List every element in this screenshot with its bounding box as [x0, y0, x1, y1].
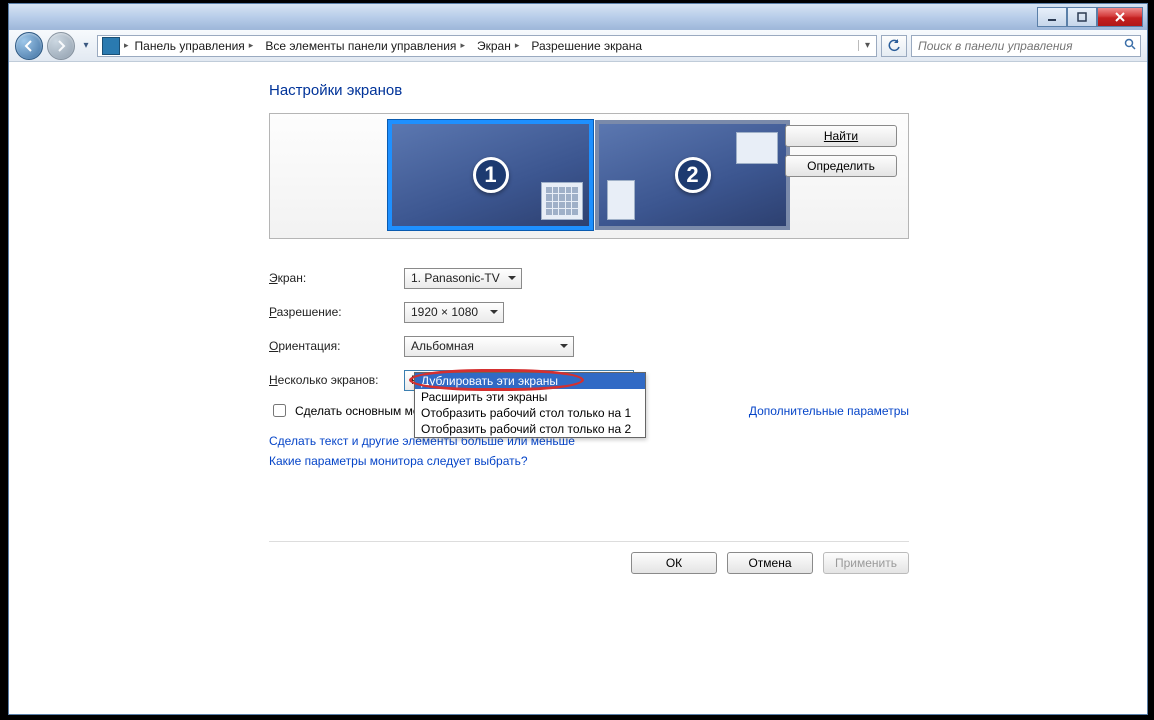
- dropdown-option[interactable]: Отобразить рабочий стол только на 2: [415, 421, 645, 437]
- navbar: ▾ ▸ Панель управления▸ Все элементы пане…: [9, 30, 1147, 62]
- breadcrumb-item[interactable]: Все элементы панели управления▸: [259, 36, 471, 56]
- display-2[interactable]: 2: [595, 120, 790, 230]
- minimize-button[interactable]: [1037, 7, 1067, 27]
- which-settings-link[interactable]: Какие параметры монитора следует выбрать…: [269, 454, 1147, 468]
- window-icon: [541, 182, 583, 220]
- page-title: Настройки экранов: [269, 82, 1147, 99]
- multiple-displays-dropdown[interactable]: Дублировать эти экраны Расширить эти экр…: [414, 372, 646, 438]
- forward-button[interactable]: [47, 32, 75, 60]
- titlebar: [9, 4, 1147, 30]
- address-bar[interactable]: ▸ Панель управления▸ Все элементы панели…: [97, 35, 877, 57]
- ok-button[interactable]: ОК: [631, 552, 717, 574]
- make-main-checkbox[interactable]: [273, 404, 286, 417]
- search-box[interactable]: [911, 35, 1141, 57]
- dropdown-option[interactable]: Дублировать эти экраны: [415, 373, 645, 389]
- dropdown-option[interactable]: Расширить эти экраны: [415, 389, 645, 405]
- display-number: 2: [675, 157, 711, 193]
- advanced-link[interactable]: Дополнительные параметры: [749, 404, 909, 418]
- close-button[interactable]: [1097, 7, 1143, 27]
- apply-button[interactable]: Применить: [823, 552, 909, 574]
- display-label: Экран:: [269, 271, 404, 285]
- display-1[interactable]: 1: [388, 120, 593, 230]
- detect-button[interactable]: Определить: [785, 155, 897, 177]
- multiple-displays-label: Несколько экранов:: [269, 373, 404, 387]
- refresh-button[interactable]: [881, 35, 907, 57]
- breadcrumb-item[interactable]: Разрешение экрана: [525, 36, 648, 56]
- dialog-buttons: ОК Отмена Применить: [269, 541, 909, 574]
- display-combo[interactable]: 1. Panasonic-TV: [404, 268, 522, 289]
- cancel-button[interactable]: Отмена: [727, 552, 813, 574]
- content-area: Настройки экранов 1: [9, 62, 1147, 714]
- orientation-label: Ориентация:: [269, 339, 404, 353]
- display-number: 1: [473, 157, 509, 193]
- breadcrumb-item[interactable]: Панель управления▸: [129, 36, 260, 56]
- address-dropdown[interactable]: ▾: [858, 40, 876, 51]
- resolution-label: Разрешение:: [269, 305, 404, 319]
- window-icon: [736, 132, 778, 164]
- dropdown-option[interactable]: Отобразить рабочий стол только на 1: [415, 405, 645, 421]
- orientation-combo[interactable]: Альбомная: [404, 336, 574, 357]
- breadcrumb-item[interactable]: Экран▸: [471, 36, 525, 56]
- maximize-button[interactable]: [1067, 7, 1097, 27]
- back-button[interactable]: [15, 32, 43, 60]
- control-panel-icon: [102, 37, 120, 55]
- window-icon: [607, 180, 635, 220]
- resolution-combo[interactable]: 1920 × 1080: [404, 302, 504, 323]
- search-input[interactable]: [912, 39, 1120, 53]
- search-icon[interactable]: [1120, 38, 1140, 53]
- window-frame: ▾ ▸ Панель управления▸ Все элементы пане…: [8, 3, 1148, 715]
- nav-history-dropdown[interactable]: ▾: [79, 40, 93, 51]
- find-button[interactable]: Найти: [785, 125, 897, 147]
- text-size-link[interactable]: Сделать текст и другие элементы больше и…: [269, 434, 1147, 448]
